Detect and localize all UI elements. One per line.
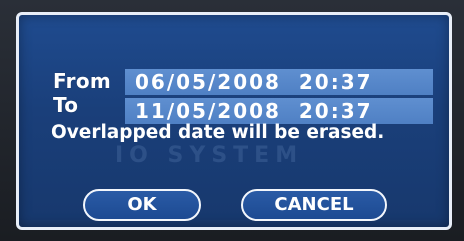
overlap-warning-message: Overlapped date will be erased. xyxy=(51,122,385,143)
ok-button[interactable]: OK xyxy=(83,189,201,221)
from-label: From xyxy=(53,69,112,93)
overlap-warning-dialog: IO SYSTEM From 06/05/2008 20:37 To 11/05… xyxy=(16,12,452,230)
to-label: To xyxy=(53,93,79,117)
background-watermark: IO SYSTEM xyxy=(115,143,304,168)
from-date-field[interactable]: 06/05/2008 20:37 xyxy=(125,69,433,95)
screen-frame: IO SYSTEM From 06/05/2008 20:37 To 11/05… xyxy=(0,0,464,241)
cancel-button[interactable]: CANCEL xyxy=(241,189,387,221)
